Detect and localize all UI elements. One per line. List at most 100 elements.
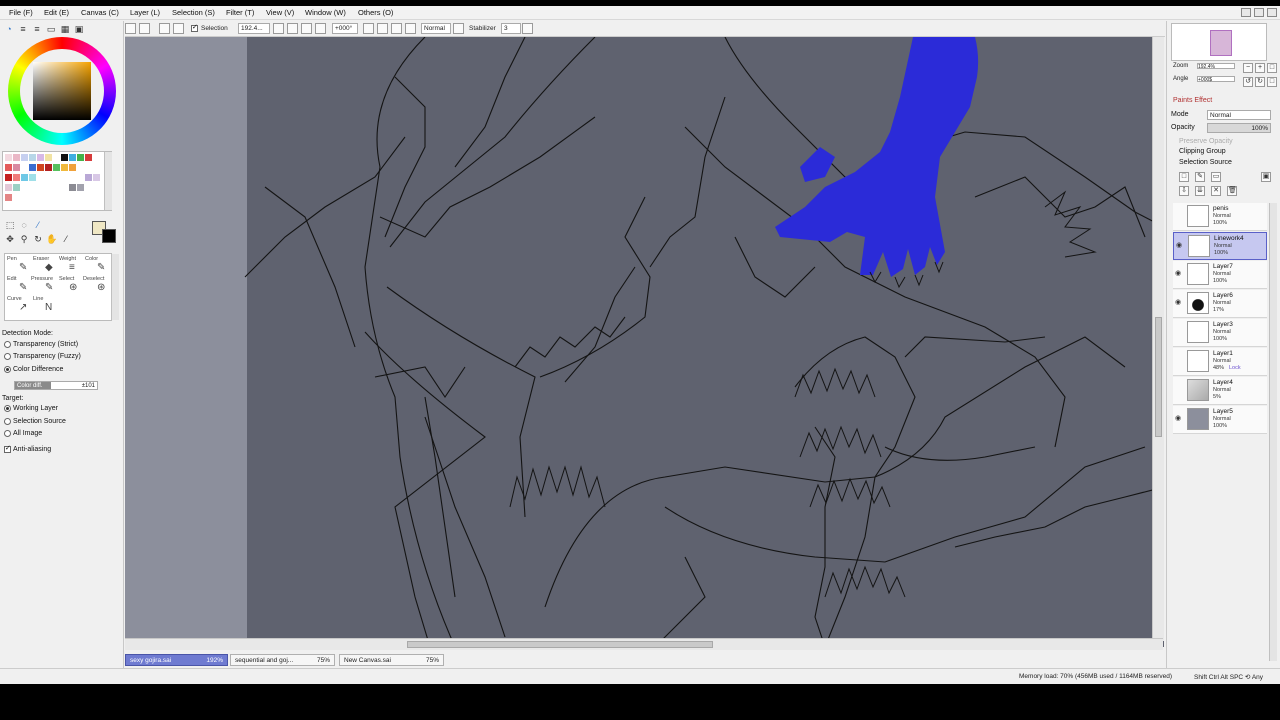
swatch[interactable] — [69, 164, 76, 171]
preserve-opacity-option[interactable]: Preserve Opacity — [1179, 138, 1233, 145]
swatch[interactable] — [21, 174, 28, 181]
checkbox[interactable] — [4, 444, 11, 453]
swatch[interactable] — [13, 184, 20, 191]
detection-strict-option[interactable]: Transparency (Strict) — [4, 341, 78, 348]
eyedropper-tool-icon[interactable]: ⁄ — [60, 233, 72, 245]
scrollbar-thumb[interactable] — [1155, 317, 1162, 437]
detection-color-diff-option[interactable]: Color Difference — [4, 366, 63, 373]
nav-rotate-right-icon[interactable]: ↻ — [1255, 77, 1265, 87]
visibility-eye-icon[interactable] — [1175, 385, 1183, 393]
visibility-eye-icon[interactable] — [1175, 211, 1183, 219]
anti-aliasing-option[interactable]: Anti-aliasing — [4, 444, 51, 453]
minimize-button[interactable] — [1241, 8, 1251, 17]
clear-layer-icon[interactable]: ✕ — [1211, 186, 1221, 196]
stabilizer-select[interactable]: 3 — [501, 23, 521, 34]
canvas-vertical-scrollbar[interactable] — [1152, 37, 1164, 641]
nav-angle-slider[interactable]: +000$ — [1197, 76, 1235, 83]
radio[interactable] — [4, 366, 11, 373]
transfer-down-icon[interactable]: ⇩ — [1179, 186, 1189, 196]
nav-rotate-left-icon[interactable]: ↺ — [1243, 77, 1253, 87]
color-brush-icon[interactable]: ✎ — [97, 262, 105, 273]
swatch[interactable] — [13, 154, 20, 161]
canvas-viewport[interactable] — [125, 37, 1164, 647]
layer-row[interactable]: ◉ Layer5 Normal 100% — [1173, 406, 1267, 434]
deselect-icon[interactable] — [125, 23, 136, 34]
color-diff-slider[interactable]: Color diff. ±101 — [14, 381, 98, 390]
swatch[interactable] — [5, 174, 12, 181]
stabilizer-dropdown-icon[interactable] — [522, 23, 533, 34]
menu-filter[interactable]: Filter (T) — [226, 8, 254, 17]
swatch[interactable] — [77, 154, 84, 161]
swatch[interactable] — [5, 194, 12, 201]
maximize-button[interactable] — [1254, 8, 1264, 17]
line-icon[interactable]: N — [45, 302, 52, 313]
tab-sequential[interactable]: sequential and goj... 75% — [230, 654, 335, 666]
edit-icon[interactable]: ✎ — [19, 282, 27, 293]
lasso-tool-icon[interactable]: ◌ — [18, 219, 30, 231]
swatch[interactable] — [45, 164, 52, 171]
zoom-field[interactable]: 192.4... — [238, 23, 270, 34]
menu-selection[interactable]: Selection (S) — [172, 8, 215, 17]
layer-list-scrollbar[interactable] — [1269, 203, 1277, 661]
brush-grid-scrollbar[interactable] — [111, 254, 119, 320]
selection-visible-checkbox[interactable] — [191, 23, 198, 32]
rotate-left-icon[interactable] — [363, 23, 374, 34]
swatches-scrollbar[interactable] — [104, 152, 112, 210]
nav-zoom-out-icon[interactable]: − — [1243, 63, 1253, 73]
zoom-reset-icon[interactable] — [301, 23, 312, 34]
menu-layer[interactable]: Layer (L) — [130, 8, 160, 17]
swatch[interactable] — [85, 154, 92, 161]
radio[interactable] — [4, 353, 11, 360]
zoom-fit-icon[interactable] — [315, 23, 326, 34]
zoom-out-icon[interactable] — [273, 23, 284, 34]
layer-row[interactable]: penis Normal 100% — [1173, 203, 1267, 231]
brush-line-label[interactable]: Line — [33, 296, 43, 302]
weight-icon[interactable]: ≡ — [69, 262, 75, 273]
swatch[interactable] — [77, 184, 84, 191]
swatch[interactable] — [61, 164, 68, 171]
deselect-brush-icon[interactable]: ⊛ — [97, 282, 105, 293]
swatches-mode-icon[interactable]: ▦ — [59, 23, 71, 35]
brush-edit-label[interactable]: Edit — [7, 276, 16, 282]
menu-canvas[interactable]: Canvas (C) — [81, 8, 119, 17]
pressure-icon[interactable]: ✎ — [45, 282, 53, 293]
delete-layer-icon[interactable]: 🗑 — [1227, 186, 1237, 196]
swatch[interactable] — [69, 184, 76, 191]
new-linework-layer-icon[interactable]: ✎ — [1195, 172, 1205, 182]
clipping-group-option[interactable]: Clipping Group — [1179, 148, 1226, 155]
swatch[interactable] — [29, 174, 36, 181]
magic-wand-tool-icon[interactable]: ⁄ — [32, 219, 44, 231]
swatch[interactable] — [13, 164, 20, 171]
radio[interactable] — [4, 405, 11, 412]
swatch[interactable] — [37, 164, 44, 171]
swatch[interactable] — [37, 154, 44, 161]
canvas-horizontal-scrollbar[interactable] — [125, 638, 1163, 650]
close-button[interactable] — [1267, 8, 1277, 17]
rotate-right-icon[interactable] — [377, 23, 388, 34]
primary-color-swatch[interactable] — [102, 229, 116, 243]
layer-row[interactable]: Layer4 Normal 5% — [1173, 377, 1267, 405]
pen-icon[interactable]: ✎ — [19, 262, 27, 273]
swatch[interactable] — [45, 154, 52, 161]
saturation-value-square[interactable] — [33, 62, 91, 120]
nav-zoom-in-icon[interactable]: + — [1255, 63, 1265, 73]
hsv-slider-mode-icon[interactable]: ≡ — [31, 23, 43, 35]
zoom-in-icon[interactable] — [287, 23, 298, 34]
blend-mode-select[interactable]: Normal — [421, 23, 451, 34]
paint-effect-toggle[interactable]: Paints Effect — [1173, 97, 1212, 104]
brush-pen-label[interactable]: Pen — [7, 256, 17, 262]
curve-icon[interactable]: ↗ — [19, 302, 27, 313]
layer-row[interactable]: Layer1 Normal 48% Lock — [1173, 348, 1267, 376]
visibility-eye-icon[interactable] — [1175, 327, 1183, 335]
swatch[interactable] — [93, 174, 100, 181]
color-wheel-mode-icon[interactable]: ◔ — [3, 23, 15, 35]
mirror-icon[interactable] — [453, 23, 464, 34]
target-all-image-option[interactable]: All Image — [4, 430, 42, 437]
new-folder-icon[interactable]: ▭ — [1211, 172, 1221, 182]
nav-zoom-reset-icon[interactable]: □ — [1267, 63, 1277, 73]
swatch[interactable] — [61, 154, 68, 161]
navigator-preview[interactable] — [1171, 23, 1267, 61]
tab-new-canvas[interactable]: New Canvas.sai 75% — [339, 654, 444, 666]
target-working-layer-option[interactable]: Working Layer — [4, 405, 58, 412]
gradient-slider-mode-icon[interactable]: ▭ — [45, 23, 57, 35]
